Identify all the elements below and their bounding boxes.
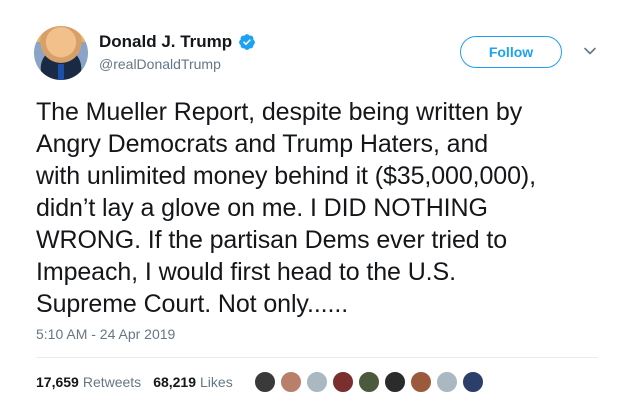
liker-avatar-6[interactable] bbox=[383, 370, 407, 394]
follow-button[interactable]: Follow bbox=[460, 36, 562, 68]
verified-badge-icon bbox=[239, 34, 256, 50]
liker-avatar-5[interactable] bbox=[357, 370, 381, 394]
retweets-count: 17,659 bbox=[36, 374, 79, 390]
chevron-down-icon[interactable] bbox=[583, 44, 597, 58]
divider bbox=[36, 357, 598, 358]
likes-stat[interactable]: 68,219 Likes bbox=[153, 374, 233, 390]
liker-avatar-4[interactable] bbox=[331, 370, 355, 394]
likes-label: Likes bbox=[200, 374, 233, 390]
liker-avatar-3[interactable] bbox=[305, 370, 329, 394]
likes-count: 68,219 bbox=[153, 374, 197, 390]
liker-avatar-2[interactable] bbox=[279, 370, 303, 394]
tweet-timestamp[interactable]: 5:10 AM - 24 Apr 2019 bbox=[36, 326, 175, 342]
retweets-stat[interactable]: 17,659 Retweets bbox=[36, 374, 141, 390]
liker-avatar-8[interactable] bbox=[435, 370, 459, 394]
avatar-tie-detail bbox=[58, 64, 64, 80]
author-handle[interactable]: @realDonaldTrump bbox=[99, 56, 221, 72]
author-name-row: Donald J. Trump bbox=[99, 32, 256, 52]
retweets-label: Retweets bbox=[82, 374, 142, 390]
liker-avatar-1[interactable] bbox=[253, 370, 277, 394]
liker-avatar-7[interactable] bbox=[409, 370, 433, 394]
likers-avatar-list bbox=[253, 370, 487, 394]
tweet-stats: 17,659 Retweets 68,219 Likes bbox=[36, 374, 233, 390]
tweet-card: Donald J. Trump @realDonaldTrump Follow … bbox=[0, 0, 635, 406]
liker-avatar-9[interactable] bbox=[461, 370, 485, 394]
tweet-text: The Mueller Report, despite being writte… bbox=[36, 98, 536, 318]
author-avatar[interactable] bbox=[34, 26, 88, 80]
author-display-name[interactable]: Donald J. Trump bbox=[99, 32, 232, 52]
